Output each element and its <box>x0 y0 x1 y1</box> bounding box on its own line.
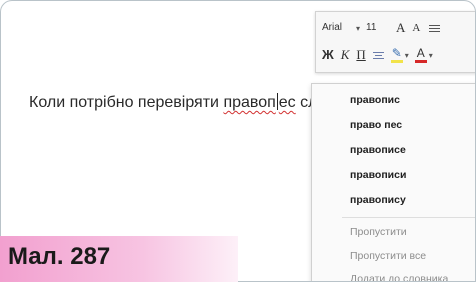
suggestion-item[interactable]: правописе <box>312 138 475 163</box>
spelling-context-menu: правопис право пес правописе правописи п… <box>311 83 475 281</box>
shrink-font-button[interactable]: A <box>412 19 420 37</box>
align-center-icon[interactable] <box>372 50 384 61</box>
figure-caption-badge: Мал. 287 <box>0 236 238 282</box>
suggestion-item[interactable]: правопису <box>312 188 475 213</box>
highlight-dropdown-icon[interactable]: ▾ <box>405 51 409 60</box>
font-size-box[interactable]: 11 <box>366 20 396 36</box>
ignore-menu-item[interactable]: Пропустити <box>312 220 475 245</box>
grow-font-button[interactable]: A <box>396 19 405 37</box>
underline-button[interactable]: П <box>356 46 365 64</box>
mini-toolbar-row-font: Arial ▾ 11 A A <box>322 17 441 39</box>
mini-toolbar-row-format: Ж К П ✎ ▾ A ▾ <box>322 44 439 66</box>
ignore-all-menu-item[interactable]: Пропустити все <box>312 244 475 269</box>
figure-caption-label: Мал. 287 <box>8 243 111 270</box>
suggestion-item[interactable]: правопис <box>312 88 475 113</box>
text-cursor <box>276 93 278 110</box>
misspelled-word-left: правоп <box>223 94 276 111</box>
add-to-dictionary-menu-item[interactable]: Додати до словника <box>312 267 475 281</box>
font-color-dropdown-icon[interactable]: ▾ <box>429 51 433 60</box>
misspelled-word[interactable]: правоп ес <box>223 93 296 111</box>
bold-button[interactable]: Ж <box>322 46 334 64</box>
suggestion-item[interactable]: правописи <box>312 163 475 188</box>
misspelled-word-right: ес <box>278 94 296 111</box>
italic-button[interactable]: К <box>341 46 350 64</box>
mini-toolbar: Arial ▾ 11 A A Ж К П ✎ ▾ A ▾ <box>315 11 475 73</box>
font-name-dropdown-icon[interactable]: ▾ <box>356 24 360 33</box>
document-text-line[interactable]: Коли потрібно перевіряти правопес слів? <box>29 93 338 112</box>
highlight-color-icon[interactable]: ✎ <box>390 47 403 63</box>
menu-separator <box>342 217 475 218</box>
document-text-before: Коли потрібно перевіряти <box>29 94 224 111</box>
suggestion-item[interactable]: право пес <box>312 113 475 138</box>
font-name-box[interactable]: Arial <box>322 20 356 36</box>
list-icon[interactable] <box>429 23 441 33</box>
font-color-icon[interactable]: A <box>414 47 427 63</box>
